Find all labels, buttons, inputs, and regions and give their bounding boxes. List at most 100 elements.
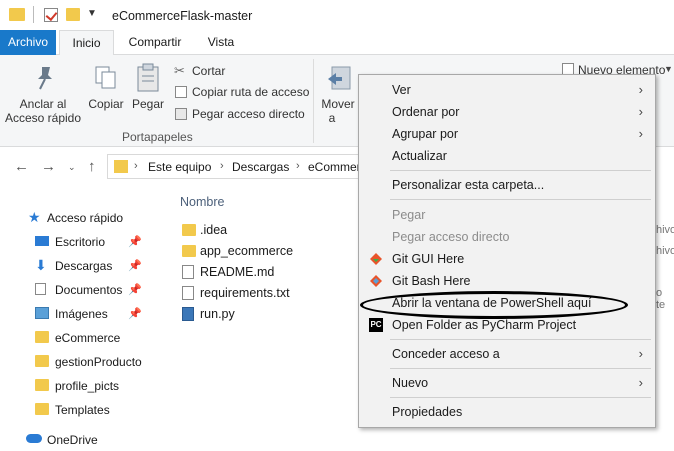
star-icon: ★ [28, 209, 41, 225]
partial-column-text: hivo [656, 224, 674, 236]
tab-compartir[interactable]: Compartir [119, 30, 191, 55]
menu-item-ver[interactable]: Ver › [361, 79, 653, 101]
recent-locations-chevron-icon[interactable]: ⌄ [68, 162, 76, 173]
menu-item-label: Git GUI Here [392, 252, 465, 266]
breadcrumb-separator: › [220, 160, 224, 172]
nav-item-gestionproducto[interactable]: gestionProducto [0, 351, 146, 373]
menu-item-actualizar[interactable]: Actualizar [361, 145, 653, 167]
folder-icon [9, 8, 25, 21]
paste-shortcut-button[interactable]: Pegar acceso directo [172, 106, 312, 124]
menu-item-label: Agrupar por [392, 127, 459, 141]
folder-icon [35, 355, 49, 367]
partial-column-text: o te [656, 287, 666, 311]
menu-item-nuevo[interactable]: Nuevo › [361, 372, 653, 394]
properties-icon[interactable] [44, 8, 58, 22]
breadcrumb-este-equipo[interactable]: Este equipo [148, 160, 211, 174]
tab-inicio[interactable]: Inicio [59, 30, 114, 56]
paste-shortcut-icon [175, 108, 187, 120]
tab-vista[interactable]: Vista [196, 30, 246, 55]
move-label-line2: a [328, 111, 336, 125]
file-name: run.py [200, 307, 235, 321]
breadcrumb-separator: › [296, 160, 300, 172]
menu-item-label: Ver [392, 83, 411, 97]
menu-item-conceder-acceso[interactable]: Conceder acceso a › [361, 343, 653, 365]
address-bar[interactable]: › Este equipo › Descargas › eCommerce [107, 154, 373, 179]
pin-icon[interactable]: 📌 [128, 235, 142, 248]
nav-item-acceso-rapido[interactable]: ★ Acceso rápido [0, 207, 146, 229]
pin-icon[interactable]: 📌 [128, 283, 142, 296]
menu-item-label: Open Folder as PyCharm Project [392, 318, 577, 332]
pin-icon [38, 67, 52, 90]
nav-item-descargas[interactable]: ⬇ Descargas 📌 [0, 255, 146, 277]
list-item[interactable]: .idea [180, 220, 340, 241]
menu-separator [390, 170, 651, 171]
nav-item-escritorio[interactable]: Escritorio 📌 [0, 231, 146, 253]
folder-icon [182, 224, 196, 236]
menu-item-label: Git Bash Here [392, 274, 471, 288]
quick-access-dropdown-icon[interactable]: ▼ [87, 8, 97, 19]
nav-item-documentos[interactable]: Documentos 📌 [0, 279, 146, 301]
menu-item-propiedades[interactable]: Propiedades [361, 401, 653, 423]
breadcrumb-separator: › [134, 160, 138, 172]
partial-column-text: hivo [656, 245, 674, 257]
nav-item-imagenes[interactable]: Imágenes 📌 [0, 303, 146, 325]
copy-icon [95, 66, 116, 89]
menu-item-label: Personalizar esta carpeta... [392, 178, 545, 192]
menu-item-ordenar-por[interactable]: Ordenar por › [361, 101, 653, 123]
folder-icon [182, 245, 196, 257]
menu-item-agrupar-por[interactable]: Agrupar por › [361, 123, 653, 145]
divider [33, 6, 34, 23]
copy-path-button[interactable]: Copiar ruta de acceso [172, 84, 312, 102]
chevron-right-icon: › [638, 126, 643, 141]
move-label-line1: Mover [321, 97, 355, 111]
paste-button[interactable]: Pegar [128, 61, 168, 131]
nav-item-label: eCommerce [55, 331, 121, 345]
new-folder-icon[interactable] [66, 8, 80, 21]
nav-item-label: gestionProducto [55, 355, 142, 369]
paste-label: Pegar [131, 97, 165, 111]
menu-item-label: Conceder acceso a [392, 347, 500, 361]
list-item[interactable]: README.md [180, 262, 340, 283]
menu-item-personalizar[interactable]: Personalizar esta carpeta... [361, 174, 653, 196]
up-arrow-icon[interactable]: ↑ [88, 158, 96, 175]
breadcrumb-descargas[interactable]: Descargas [232, 160, 289, 174]
menu-item-pegar-acceso-directo: Pegar acceso directo [361, 226, 653, 248]
desktop-icon [35, 236, 49, 246]
pin-icon[interactable]: 📌 [128, 307, 142, 320]
pin-icon[interactable]: 📌 [128, 259, 142, 272]
chevron-right-icon: › [638, 375, 643, 390]
file-name: requirements.txt [200, 286, 290, 300]
text-file-icon [182, 286, 194, 300]
folder-icon [35, 403, 49, 415]
annotation-oval [360, 291, 628, 319]
clipboard-group-label: Portapapeles [122, 130, 193, 144]
nav-item-templates[interactable]: Templates [0, 399, 146, 421]
forward-arrow-icon[interactable]: → [41, 158, 56, 175]
nav-item-label: profile_picts [55, 379, 120, 393]
nav-item-profile-picts[interactable]: profile_picts [0, 375, 146, 397]
menu-item-label: Pegar acceso directo [392, 230, 510, 244]
download-icon: ⬇ [35, 257, 47, 273]
cloud-icon [26, 434, 42, 443]
menu-separator [390, 199, 651, 200]
list-item[interactable]: run.py [180, 304, 340, 325]
document-icon [35, 283, 46, 295]
cut-button[interactable]: ✂ Cortar [172, 63, 302, 81]
paste-shortcut-label: Pegar acceso directo [192, 107, 305, 121]
nav-item-ecommerce[interactable]: eCommerce [0, 327, 146, 349]
column-header-name[interactable]: Nombre [180, 195, 224, 209]
menu-item-git-bash[interactable]: Git Bash Here [361, 270, 653, 292]
menu-item-label: Pegar [392, 208, 426, 222]
move-to-button[interactable]: Mover a [318, 61, 358, 131]
copy-button[interactable]: Copiar [86, 61, 126, 131]
menu-item-label: Actualizar [392, 149, 447, 163]
pin-label-line2: Acceso rápido [4, 111, 82, 125]
tab-archivo[interactable]: Archivo [0, 30, 56, 55]
list-item[interactable]: app_ecommerce [180, 241, 340, 262]
title-bar: ▼ eCommerceFlask-master [0, 0, 674, 30]
pycharm-icon: PC [369, 318, 383, 332]
menu-item-git-gui[interactable]: Git GUI Here [361, 248, 653, 270]
back-arrow-icon[interactable]: ← [14, 158, 29, 175]
pin-quick-access-button[interactable]: Anclar al Acceso rápido [4, 61, 82, 131]
list-item[interactable]: requirements.txt [180, 283, 340, 304]
